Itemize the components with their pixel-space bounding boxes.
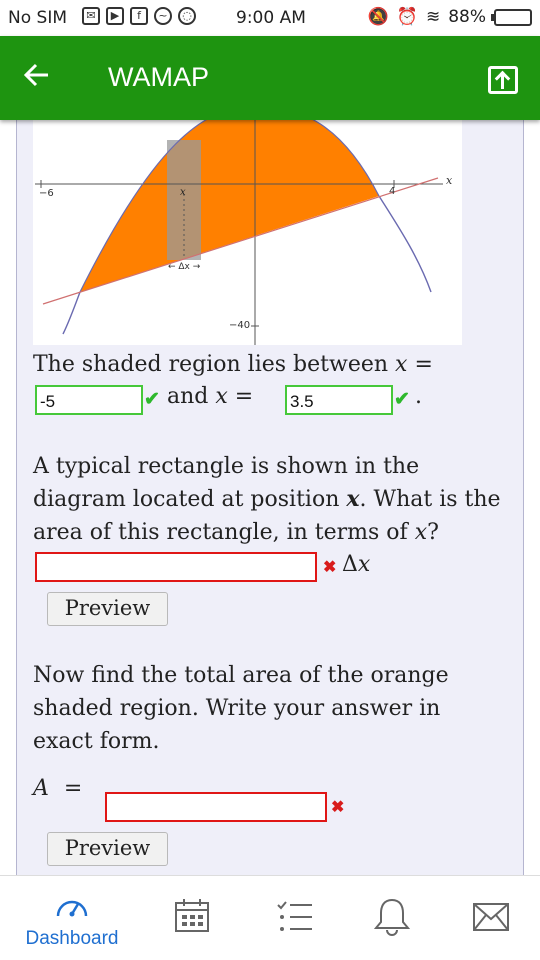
notification-icons: ✉ ▶ f ~ ◌ bbox=[82, 7, 196, 25]
question-card: −6 4 x x ← Δx → −40 The shaded region li… bbox=[16, 120, 524, 875]
question1-period: . bbox=[415, 384, 422, 409]
preview-button-1[interactable]: Preview bbox=[47, 592, 168, 626]
speedometer-icon bbox=[56, 900, 88, 917]
mute-alarm-icon: 🔕 bbox=[367, 7, 389, 27]
nav-messages[interactable] bbox=[436, 876, 540, 960]
total-area-input[interactable] bbox=[105, 792, 327, 822]
rectangle-area-input[interactable] bbox=[35, 552, 317, 582]
correct-check-icon: ✔ bbox=[394, 389, 410, 410]
delta-x-label: ← Δx → bbox=[168, 262, 201, 272]
preview-button-2[interactable]: Preview bbox=[47, 832, 168, 866]
nav-dashboard-label: Dashboard bbox=[25, 928, 119, 949]
region-graph-svg bbox=[35, 120, 443, 345]
tick-bottom-label: −40 bbox=[229, 320, 251, 331]
question1-text: The shaded region lies between x = bbox=[33, 352, 433, 377]
checklist-icon bbox=[277, 901, 312, 931]
lower-bound-input[interactable]: -5 bbox=[35, 385, 143, 415]
region-graph: −6 4 x x ← Δx → −40 bbox=[33, 120, 462, 345]
nav-dashboard[interactable]: Dashboard bbox=[18, 876, 126, 960]
upper-bound-input[interactable]: 3.5 bbox=[285, 385, 393, 415]
app-bar: WAMAP bbox=[0, 36, 540, 120]
nav-calendar[interactable] bbox=[138, 876, 246, 960]
alarm-icon: ⏰ bbox=[396, 7, 418, 27]
calendar-icon bbox=[175, 899, 209, 932]
mail-icon bbox=[473, 903, 509, 931]
email-notification-icon: ✉ bbox=[82, 7, 100, 25]
tick-left-label: −6 bbox=[39, 188, 54, 199]
nav-notifications[interactable] bbox=[338, 876, 446, 960]
incorrect-cross-icon: ✖ bbox=[331, 799, 345, 816]
status-bar: No SIM ✉ ▶ f ~ ◌ 9:00 AM 🔕 ⏰ ≋ 88% bbox=[0, 0, 540, 36]
delta-x-suffix: Δx bbox=[342, 552, 371, 577]
question-content[interactable]: −6 4 x x ← Δx → −40 The shaded region li… bbox=[0, 120, 540, 875]
axis-x-label: x bbox=[446, 174, 453, 187]
open-external-icon[interactable] bbox=[488, 66, 518, 94]
arrow-left-icon[interactable] bbox=[22, 60, 62, 100]
nav-assignments[interactable] bbox=[240, 876, 348, 960]
question3-text: Now find the total area of the orange sh… bbox=[33, 663, 449, 754]
system-icons: 🔕 ⏰ ≋ 88% bbox=[368, 7, 532, 27]
clock: 9:00 AM bbox=[236, 8, 306, 28]
correct-check-icon: ✔ bbox=[144, 389, 160, 410]
rect-x-label: x bbox=[180, 187, 186, 198]
app-title: WAMAP bbox=[108, 62, 209, 92]
question2-text: A typical rectangle is shown in the diag… bbox=[33, 454, 501, 545]
bell-icon bbox=[374, 898, 410, 936]
incorrect-cross-icon: ✖ bbox=[323, 559, 337, 576]
facebook-notification-icon: f bbox=[130, 7, 148, 25]
battery-icon bbox=[491, 8, 532, 26]
sync-notification-icon: ◌ bbox=[178, 7, 196, 25]
carrier-label: No SIM bbox=[8, 8, 67, 28]
bottom-nav: Dashboard bbox=[0, 875, 540, 960]
tick-right-label: 4 bbox=[389, 186, 396, 197]
video-notification-icon: ▶ bbox=[106, 7, 124, 25]
battery-percent: 88% bbox=[448, 7, 486, 27]
messenger-notification-icon: ~ bbox=[154, 7, 172, 25]
wifi-icon: ≋ bbox=[425, 7, 441, 27]
area-variable-label: A = bbox=[33, 776, 83, 801]
question1-and-text: and x = bbox=[167, 384, 254, 409]
